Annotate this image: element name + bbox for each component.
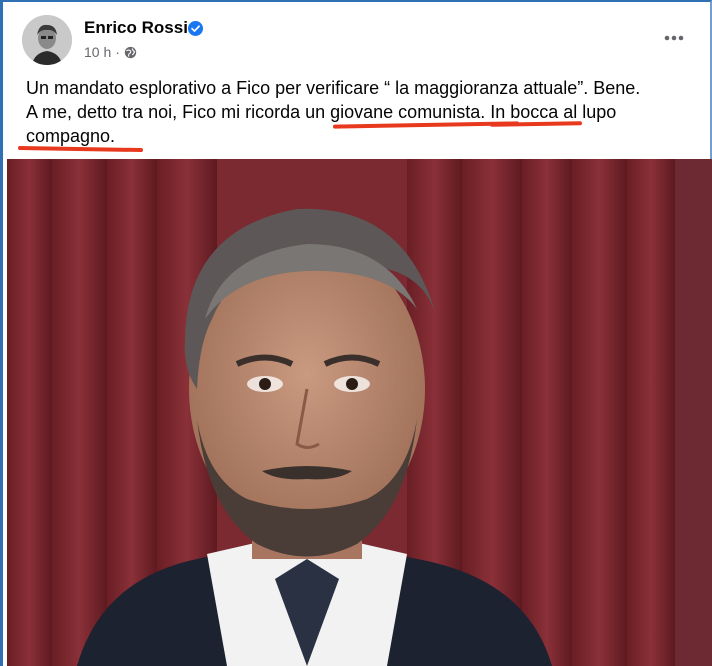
post-text: Un mandato esplorativo a Fico per verifi… — [26, 76, 696, 148]
post-timestamp[interactable]: 10 h — [84, 44, 111, 60]
avatar[interactable] — [22, 15, 72, 65]
post-text-line-2: A me, detto tra noi, Fico mi ricorda un … — [26, 102, 617, 122]
globe-icon — [124, 46, 137, 58]
post-photo[interactable] — [7, 159, 712, 666]
post-meta: 10 h · — [84, 44, 137, 60]
verified-badge-icon — [188, 21, 203, 36]
meta-separator: · — [115, 44, 120, 60]
post-text-line-1: Un mandato esplorativo a Fico per verifi… — [26, 78, 641, 98]
author-name[interactable]: Enrico Rossi — [84, 18, 188, 38]
more-options-icon[interactable] — [660, 26, 688, 50]
